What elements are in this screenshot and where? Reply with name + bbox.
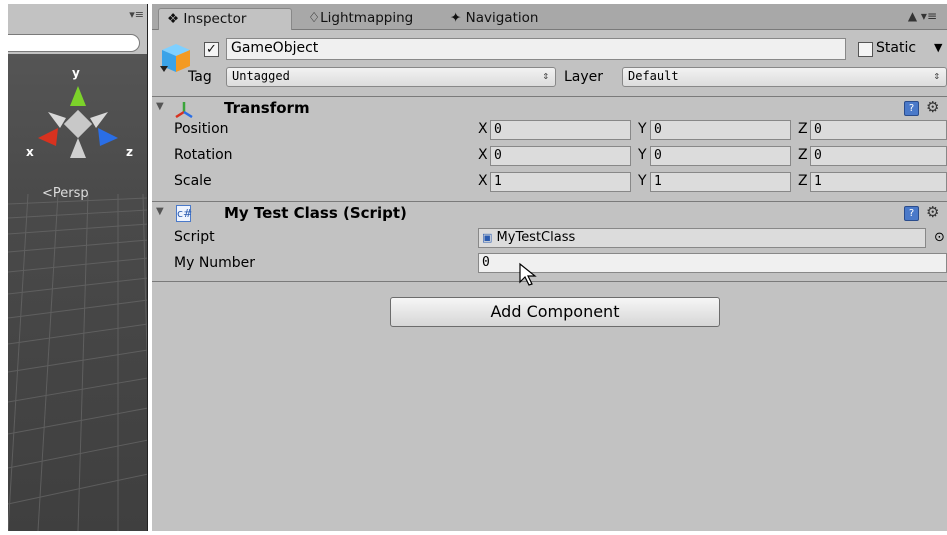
transform-header[interactable]: ▼ Transform ? ⚙ [152,96,947,120]
tab-navigation-label: Navigation [465,10,539,26]
tag-dropdown[interactable]: Untagged ⇕ [226,67,556,87]
axis-y-label: y [72,66,80,80]
tag-label: Tag [188,69,212,85]
script-file-icon: ▣ [482,231,493,244]
position-label: Position [174,121,229,137]
scale-x-field[interactable]: 1 [490,172,631,192]
rotation-y-field[interactable]: 0 [650,146,791,166]
axis-z-label: z [126,145,133,159]
static-checkbox[interactable] [858,42,873,57]
gear-icon[interactable]: ⚙ [926,98,939,116]
layer-value: Default [628,69,679,83]
script-label: Script [174,229,215,245]
tag-value: Untagged [232,69,290,83]
gameobject-name-field[interactable]: GameObject [226,38,846,60]
scale-label: Scale [174,173,212,189]
axis-x-label: X [478,121,488,137]
position-x-field[interactable]: 0 [490,120,631,140]
layer-label: Layer [564,69,604,85]
axis-z-label: Z [798,173,808,189]
tab-inspector-label: Inspector [183,11,247,27]
tab-lightmapping[interactable]: ♢Lightmapping [300,8,421,30]
divider [152,281,947,282]
gear-icon[interactable]: ⚙ [926,203,939,221]
persp-label[interactable]: <Persp [42,186,89,201]
script-value: MyTestClass [496,230,576,245]
axis-x-label: X [478,147,488,163]
tab-bar: ❖ Inspector ♢Lightmapping ✦ Navigation ▲… [152,4,947,30]
scale-y-field[interactable]: 1 [650,172,791,192]
transform-icon [175,102,193,118]
lock-icon[interactable]: ▲ ▾≡ [908,9,937,23]
menu-icon[interactable]: ▾≡ [129,8,144,21]
foldout-arrow-icon[interactable]: ▼ [156,206,164,217]
script-component-title: My Test Class (Script) [224,204,407,222]
rotation-label: Rotation [174,147,233,163]
script-file-icon: c# [176,205,193,222]
axis-x-label: X [478,173,488,189]
dropdown-arrows-icon: ⇕ [933,69,940,82]
tab-navigation[interactable]: ✦ Navigation [442,8,546,30]
scale-z-field[interactable]: 1 [810,172,947,192]
script-reference-field[interactable]: ▣ MyTestClass [478,228,926,248]
position-z-field[interactable]: 0 [810,120,947,140]
layer-dropdown[interactable]: Default ⇕ [622,67,947,87]
dropdown-arrows-icon: ⇕ [542,69,549,82]
scene-view-panel: ▾≡ y x z <Persp [8,4,148,531]
orientation-gizmo[interactable] [8,66,148,176]
scene-grid [8,194,147,531]
rotation-z-field[interactable]: 0 [810,146,947,166]
axis-z-label: Z [798,121,808,137]
rotation-x-field[interactable]: 0 [490,146,631,166]
scene-viewport[interactable]: y x z <Persp [8,54,148,531]
axis-y-label: Y [638,173,647,189]
navigation-icon: ✦ [450,10,462,26]
axis-x-label: x [26,145,34,159]
static-label: Static [876,40,917,56]
help-icon[interactable]: ? [904,101,919,116]
mouse-cursor-icon [519,262,537,286]
axis-z-label: Z [798,147,808,163]
add-component-button[interactable]: Add Component [390,297,720,327]
scene-toolbar: ▾≡ [8,4,147,54]
foldout-arrow-icon[interactable]: ▼ [156,101,164,112]
object-picker-icon[interactable]: ⊙ [934,230,945,245]
lightbulb-icon: ♢ [308,10,321,26]
my-number-label: My Number [174,255,256,271]
script-component-header[interactable]: ▼ c# My Test Class (Script) ? ⚙ [152,201,947,225]
tab-inspector[interactable]: ❖ Inspector [158,8,292,30]
position-y-field[interactable]: 0 [650,120,791,140]
tab-lightmapping-label: Lightmapping [320,10,414,26]
axis-y-label: Y [638,121,647,137]
my-number-field[interactable]: 0 [478,253,947,273]
inspector-panel: ❖ Inspector ♢Lightmapping ✦ Navigation ▲… [152,4,947,531]
active-checkbox[interactable]: ✓ [204,42,219,57]
persp-text: Persp [52,186,89,201]
transform-title: Transform [224,99,310,117]
help-icon[interactable]: ? [904,206,919,221]
scene-search-input[interactable] [8,34,140,52]
info-icon: ❖ [167,11,180,27]
axis-y-label: Y [638,147,647,163]
chevron-down-icon[interactable]: ▼ [934,41,942,54]
gameobject-header: ✓ GameObject Static ▼ Tag Untagged ⇕ Lay… [152,31,947,97]
